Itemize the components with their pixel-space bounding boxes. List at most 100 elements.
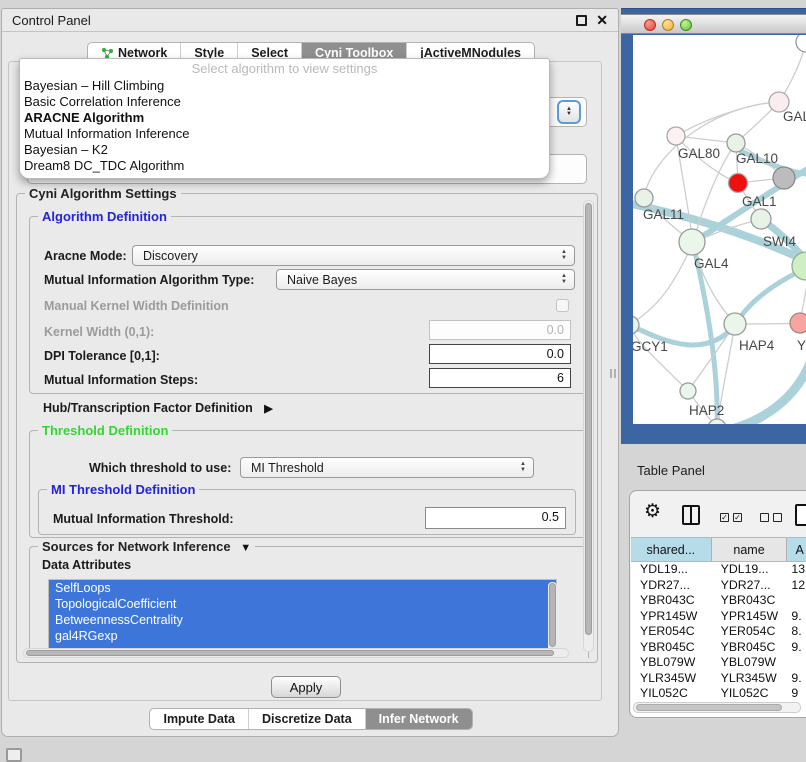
attribute-item-betweennesscentrality[interactable]: BetweennessCentrality xyxy=(49,612,556,628)
table-cell: YLR345W xyxy=(631,671,712,687)
dropdown-item-dream8-dc-tdc-algorithm[interactable]: Dream8 DC_TDC Algorithm xyxy=(20,158,549,174)
network-node[interactable] xyxy=(727,134,745,152)
table-body: YDL19...YDL19...13YDR27...YDR27...12YBR0… xyxy=(631,562,806,717)
table-cell: YIL052C xyxy=(631,686,712,702)
manual-kernel-checkbox[interactable] xyxy=(556,299,569,312)
table-cell xyxy=(787,593,806,609)
column-header-name[interactable]: name xyxy=(712,538,788,561)
split-columns-icon[interactable] xyxy=(682,505,700,525)
select-all-checks-icon[interactable]: ✓ ✓ xyxy=(720,513,742,522)
cyni-algorithm-settings-group: Cyni Algorithm Settings Algorithm Defini… xyxy=(16,193,598,663)
mi-threshold-field[interactable]: 0.5 xyxy=(425,507,566,529)
dropdown-item-basic-correlation-inference[interactable]: Basic Correlation Inference xyxy=(20,94,549,110)
attribute-list-scrollbar[interactable] xyxy=(548,582,557,652)
network-canvas[interactable]: GALGAL80GAL10GAL1GAL11SWI4GAL4HAP4YGCY1H… xyxy=(633,35,806,424)
dropdown-placeholder: Select algorithm to view settings xyxy=(20,60,549,78)
gear-icon[interactable]: ⚙ xyxy=(644,500,661,523)
network-node[interactable] xyxy=(796,35,806,52)
which-threshold-combo[interactable]: MI Threshold ▲▼ xyxy=(240,457,534,478)
apply-button[interactable]: Apply xyxy=(271,676,341,698)
table-row[interactable]: YER054CYER054C8. xyxy=(631,624,806,640)
table-cell: YPR145W xyxy=(631,609,712,625)
table-row[interactable]: YIL052CYIL052C9 xyxy=(631,686,806,702)
attribute-item-topologicalcoefficient[interactable]: TopologicalCoefficient xyxy=(49,596,556,612)
table-cell: YBR043C xyxy=(712,593,788,609)
bottom-tab-bar: Impute DataDiscretize DataInfer Network xyxy=(2,708,620,730)
panel-divider-grip[interactable] xyxy=(610,369,616,378)
tab-discretize-data[interactable]: Discretize Data xyxy=(248,709,365,729)
table-row[interactable]: YBR045CYBR045C9. xyxy=(631,640,806,656)
table-cell: 12 xyxy=(787,578,806,594)
table-cell: YBL079W xyxy=(631,655,712,671)
table-row[interactable]: YBR043CYBR043C xyxy=(631,593,806,609)
table-horizontal-scrollbar[interactable] xyxy=(633,702,801,713)
hub-section-label: Hub/Transcription Factor Definition xyxy=(43,401,253,415)
table-panel-title: Table Panel xyxy=(637,463,705,478)
data-attributes-list[interactable]: SelfLoopsTopologicalCoefficientBetweenne… xyxy=(48,579,557,656)
table-row[interactable]: YLR345WYLR345W9. xyxy=(631,671,806,687)
network-edge xyxy=(711,355,806,424)
network-edge xyxy=(633,325,688,391)
table-row[interactable]: YBL079WYBL079W xyxy=(631,655,806,671)
table-cell: YDL19... xyxy=(712,562,788,578)
mi-type-combo[interactable]: Naive Bayes ▲▼ xyxy=(276,269,575,290)
aracne-mode-combo[interactable]: Discovery ▲▼ xyxy=(132,245,575,266)
combo-stepper-button[interactable]: ▲ ▼ xyxy=(557,100,581,124)
network-node[interactable] xyxy=(773,167,795,189)
dropdown-item-bayesian-hill-climbing[interactable]: Bayesian – Hill Climbing xyxy=(20,78,549,94)
table-cell: YPR145W xyxy=(712,609,788,625)
column-header-shared[interactable]: shared... xyxy=(631,538,712,561)
settings-vertical-scrollbar[interactable] xyxy=(583,200,594,652)
kernel-width-field[interactable]: 0.0 xyxy=(429,320,571,340)
network-node[interactable] xyxy=(751,209,771,229)
table-header-row: shared...nameA xyxy=(631,537,806,562)
collapse-arrow-icon: ▼ xyxy=(240,542,251,554)
which-threshold-label: Which threshold to use: xyxy=(89,461,231,475)
settings-horizontal-scrollbar[interactable] xyxy=(23,648,569,658)
close-icon[interactable]: ✕ xyxy=(596,15,608,26)
network-node[interactable] xyxy=(667,127,685,145)
dropdown-item-mutual-information-inference[interactable]: Mutual Information Inference xyxy=(20,126,549,142)
mi-threshold-definition-group: MI Threshold Definition Mutual Informati… xyxy=(38,489,576,535)
float-window-icon[interactable] xyxy=(576,15,587,26)
attribute-item-selfloops[interactable]: SelfLoops xyxy=(49,580,556,596)
algorithm-definition-group: Algorithm Definition Aracne Mode: Discov… xyxy=(29,216,589,394)
dropdown-item-bayesian-k2[interactable]: Bayesian – K2 xyxy=(20,142,549,158)
sources-group-title[interactable]: Sources for Network Inference ▼ xyxy=(38,539,255,554)
network-node[interactable] xyxy=(790,313,806,333)
network-node[interactable] xyxy=(679,229,705,255)
table-cell xyxy=(787,655,806,671)
dpi-tolerance-field[interactable]: 0.0 xyxy=(429,344,571,364)
network-window-titlebar[interactable] xyxy=(621,14,806,34)
zoom-traffic-light-icon[interactable] xyxy=(680,19,692,31)
network-edge xyxy=(633,243,693,325)
network-node[interactable] xyxy=(729,174,748,193)
node-label-gal10: GAL10 xyxy=(736,151,778,166)
document-icon[interactable] xyxy=(795,504,806,526)
table-row[interactable]: YPR145WYPR145W9. xyxy=(631,609,806,625)
dropdown-item-aracne-algorithm[interactable]: ARACNE Algorithm xyxy=(20,110,549,126)
table-cell: 13 xyxy=(787,562,806,578)
node-label-gcy1: GCY1 xyxy=(633,339,668,354)
column-header-a[interactable]: A xyxy=(787,538,806,561)
node-label-hap2: HAP2 xyxy=(689,403,724,418)
attribute-item-gal4rgexp[interactable]: gal4RGexp xyxy=(49,628,556,644)
clear-all-checks-icon[interactable] xyxy=(760,513,782,522)
tab-impute-data[interactable]: Impute Data xyxy=(150,709,248,729)
network-node[interactable] xyxy=(680,383,696,399)
minimize-traffic-light-icon[interactable] xyxy=(662,19,674,31)
network-node[interactable] xyxy=(635,189,653,207)
table-cell: YIL052C xyxy=(712,686,788,702)
tab-infer-network[interactable]: Infer Network xyxy=(365,709,472,729)
threshold-definition-group: Threshold Definition Which threshold to … xyxy=(29,430,589,538)
table-row[interactable]: YDL19...YDL19...13 xyxy=(631,562,806,578)
close-traffic-light-icon[interactable] xyxy=(644,19,656,31)
network-node[interactable] xyxy=(724,313,746,335)
table-row[interactable]: YDR27...YDR27...12 xyxy=(631,578,806,594)
hub-section-toggle[interactable]: Hub/Transcription Factor Definition ▶ xyxy=(43,401,273,415)
settings-group-title: Cyni Algorithm Settings xyxy=(25,186,181,201)
mi-steps-label: Mutual Information Steps: xyxy=(44,373,198,387)
table-cell: YER054C xyxy=(631,624,712,640)
table-cell: YBR045C xyxy=(712,640,788,656)
mi-steps-field[interactable]: 6 xyxy=(429,368,571,388)
